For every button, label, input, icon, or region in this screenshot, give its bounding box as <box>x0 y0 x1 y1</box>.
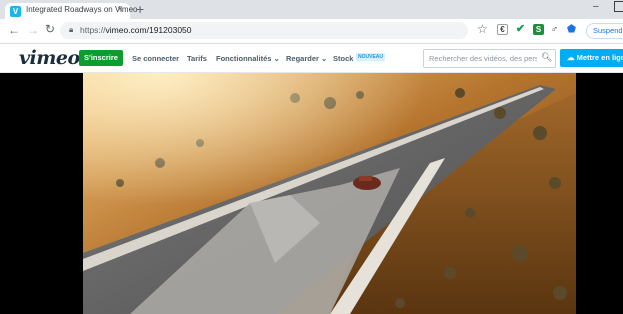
new-badge: NOUVEAU <box>356 53 386 61</box>
cloud-upload-icon: ☁ <box>567 53 575 62</box>
shield-extension-icon[interactable]: ⬟ <box>566 24 577 35</box>
sun-glare <box>83 73 576 314</box>
new-tab-button[interactable]: + <box>136 0 144 18</box>
search-placeholder: Rechercher des vidéos, des personnes <box>429 54 537 63</box>
search-input[interactable]: Rechercher des vidéos, des personnes 🔍︎ <box>423 49 556 68</box>
features-menu[interactable]: Fonctionnalités ⌄ <box>216 54 280 63</box>
forward-arrow-icon[interactable]: → <box>27 23 39 37</box>
bookmark-star-icon[interactable]: ☆ <box>477 22 488 36</box>
url-text: https://vimeo.com/191203050 <box>80 25 192 35</box>
lock-icon: 🔒︎ <box>69 25 74 34</box>
minimize-icon[interactable]: – <box>593 1 599 12</box>
upload-label: Mettre en ligne <box>576 53 623 62</box>
stock-link[interactable]: Stock <box>333 54 353 63</box>
maximize-icon[interactable] <box>614 1 623 12</box>
features-label: Fonctionnalités <box>216 54 272 63</box>
back-arrow-icon[interactable]: ← <box>8 23 20 37</box>
suspend-extension-button[interactable]: Suspendre <box>586 23 623 39</box>
tab-close-icon[interactable]: × <box>117 4 123 15</box>
video-player[interactable] <box>0 73 623 314</box>
url-scheme: https:// <box>80 25 106 35</box>
extension-icon-1[interactable]: € <box>497 24 508 35</box>
search-icon[interactable]: 🔍︎ <box>541 52 552 63</box>
url-host: vimeo.com/191203050 <box>105 25 192 35</box>
reload-icon[interactable]: ↻ <box>45 22 55 36</box>
extension-icon-3[interactable]: S <box>533 24 544 35</box>
checkmark-extension-icon[interactable]: ✔ <box>515 24 526 35</box>
browser-tab-strip: V Integrated Roadways on Vimeo × + – <box>0 0 623 19</box>
video-frame <box>0 73 623 314</box>
join-button[interactable]: S'inscrire <box>79 50 123 66</box>
chevron-down-icon: ⌄ <box>273 54 280 63</box>
chevron-down-icon: ⌄ <box>321 54 328 63</box>
vimeo-header: vimeo S'inscrire Se connecter Tarifs Fon… <box>0 44 623 73</box>
watch-menu[interactable]: Regarder ⌄ <box>286 54 327 63</box>
extension-icon-4[interactable]: ♂ <box>549 24 560 35</box>
pricing-link[interactable]: Tarifs <box>187 54 207 63</box>
watch-label: Regarder <box>286 54 319 63</box>
browser-tab[interactable]: V Integrated Roadways on Vimeo × <box>5 3 137 19</box>
vimeo-logo[interactable]: vimeo <box>19 47 80 69</box>
login-link[interactable]: Se connecter <box>132 54 179 63</box>
vimeo-favicon-icon: V <box>10 6 21 17</box>
address-bar[interactable]: 🔒︎ https://vimeo.com/191203050 <box>60 22 468 39</box>
browser-toolbar: ← → ↻ 🔒︎ https://vimeo.com/191203050 ☆ €… <box>0 19 623 44</box>
upload-button[interactable]: ☁ Mettre en ligne <box>560 49 623 67</box>
